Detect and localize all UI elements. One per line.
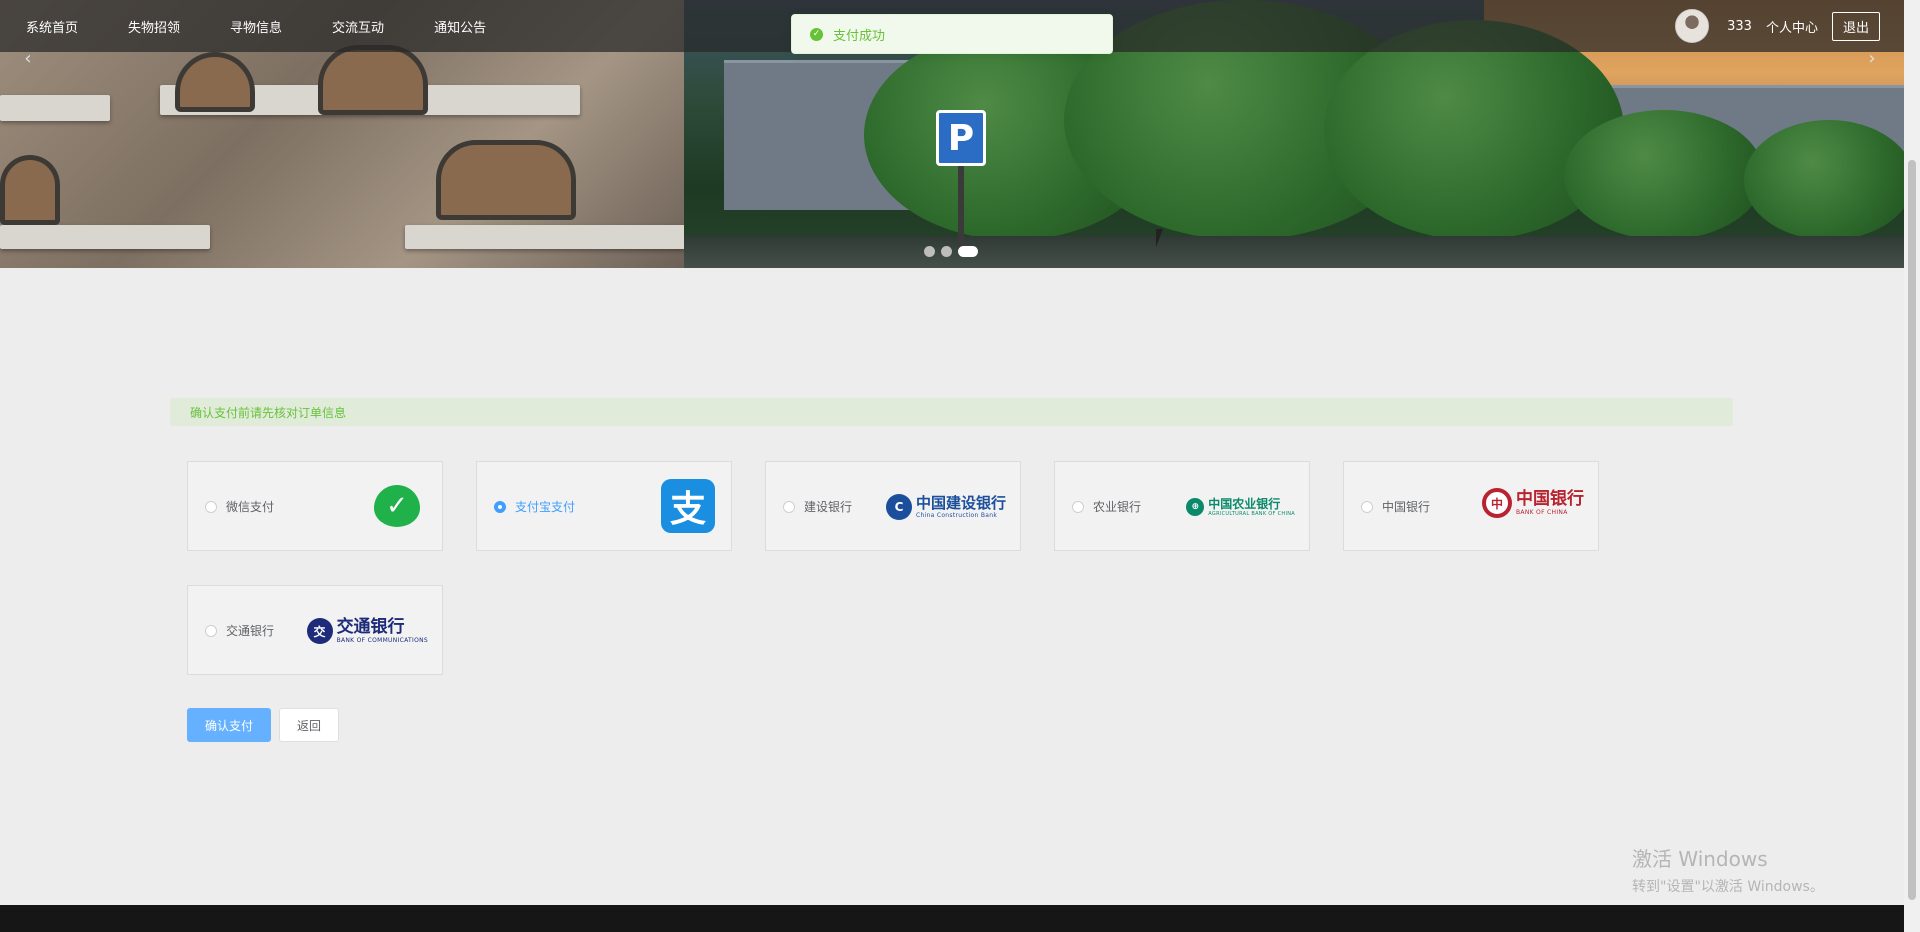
radio-bocom[interactable] (205, 625, 217, 637)
toast-message: 支付成功 (833, 28, 886, 44)
alipay-icon: 支 (661, 479, 715, 533)
nav-forum[interactable]: 交流互动 (332, 17, 384, 36)
payment-label-abc: 农业银行 (1093, 500, 1142, 514)
radio-alipay[interactable] (494, 501, 506, 513)
success-toast: ✓ 支付成功 (791, 14, 1113, 54)
order-notice: 确认支付前请先核对订单信息 (170, 398, 1733, 426)
bocom-mark-icon: 交 (306, 618, 333, 644)
watermark-subtitle: 转到"设置"以激活 Windows。 (1632, 879, 1824, 895)
watermark-title: 激活 Windows (1632, 847, 1768, 871)
windows-activation-watermark: 激活 Windows 转到"设置"以激活 Windows。 (1632, 843, 1824, 896)
boc-logo-cn: 中国银行 (1516, 488, 1584, 509)
radio-abc[interactable] (1072, 501, 1084, 513)
ccb-logo-cn: 中国建设银行 (915, 493, 1006, 512)
abc-logo-cn: 中国农业银行 (1208, 496, 1281, 511)
carousel-indicators (924, 246, 978, 257)
bocom-logo-icon: 交 交通银行 BANK OF COMMUNICATIONS (306, 616, 428, 646)
payment-label-wechat: 微信支付 (226, 500, 275, 514)
nav-announcements[interactable]: 通知公告 (434, 17, 486, 36)
radio-wechat[interactable] (205, 501, 217, 513)
payment-label-ccb: 建设银行 (804, 500, 853, 514)
payment-label-boc: 中国银行 (1382, 500, 1431, 514)
payment-option-alipay[interactable]: 支付宝支付 支 (476, 461, 732, 551)
payment-option-wechat[interactable]: 微信支付 ✓ (187, 461, 443, 551)
ccb-logo-icon: C 中国建设银行 China Construction Bank (885, 492, 1006, 522)
avatar[interactable] (1675, 9, 1710, 43)
payment-option-boc[interactable]: 中国银行 中 中国银行 BANK OF CHINA (1343, 461, 1599, 551)
boc-logo-en: BANK OF CHINA (1516, 508, 1568, 516)
vertical-scrollbar[interactable] (1904, 0, 1920, 932)
ccb-logo-en: China Construction Bank (915, 511, 998, 519)
back-button[interactable]: 返回 (279, 708, 339, 742)
boc-mark-icon: 中 (1482, 488, 1512, 518)
notice-text: 确认支付前请先核对订单信息 (190, 405, 347, 420)
payment-option-abc[interactable]: 农业银行 ⊕ 中国农业银行 AGRICULTURAL BANK OF CHINA (1054, 461, 1310, 551)
carousel-dot-2[interactable] (941, 246, 952, 257)
parking-sign: P (936, 110, 986, 166)
bocom-logo-cn: 交通银行 (336, 616, 405, 637)
boc-logo-icon: 中 中国银行 BANK OF CHINA (1482, 488, 1584, 518)
payment-option-ccb[interactable]: 建设银行 C 中国建设银行 China Construction Bank (765, 461, 1021, 551)
abc-mark-icon: ⊕ (1186, 498, 1205, 516)
radio-boc[interactable] (1361, 501, 1373, 513)
carousel-dot-3[interactable] (958, 246, 978, 257)
payment-option-bocom[interactable]: 交通银行 交 交通银行 BANK OF COMMUNICATIONS (187, 585, 443, 675)
wechat-icon: ✓ (374, 485, 420, 527)
confirm-payment-button[interactable]: 确认支付 (187, 708, 271, 742)
nav-home[interactable]: 系统首页 (26, 17, 78, 36)
radio-ccb[interactable] (783, 501, 795, 513)
abc-logo-en: AGRICULTURAL BANK OF CHINA (1208, 510, 1295, 517)
scrollbar-thumb[interactable] (1908, 160, 1916, 900)
ccb-mark-icon: C (885, 494, 912, 520)
nav-menu: 系统首页 失物招领 寻物信息 交流互动 通知公告 (26, 0, 536, 52)
username: 333 (1727, 18, 1752, 34)
user-area: 333 个人中心 退出 (1675, 0, 1880, 52)
profile-link[interactable]: 个人中心 (1766, 17, 1818, 36)
payment-label-bocom: 交通银行 (226, 624, 275, 638)
payment-label-alipay: 支付宝支付 (515, 500, 576, 514)
logout-button[interactable]: 退出 (1831, 11, 1880, 41)
check-circle-icon: ✓ (810, 27, 823, 41)
bocom-logo-en: BANK OF COMMUNICATIONS (336, 636, 428, 644)
abc-logo-icon: ⊕ 中国农业银行 AGRICULTURAL BANK OF CHINA (1186, 492, 1295, 522)
nav-lost-found[interactable]: 失物招领 (128, 17, 180, 36)
mouse-cursor-icon (1156, 229, 1163, 247)
nav-seeking-items[interactable]: 寻物信息 (230, 17, 282, 36)
carousel-dot-1[interactable] (924, 246, 935, 257)
footer-bar (0, 905, 1904, 932)
